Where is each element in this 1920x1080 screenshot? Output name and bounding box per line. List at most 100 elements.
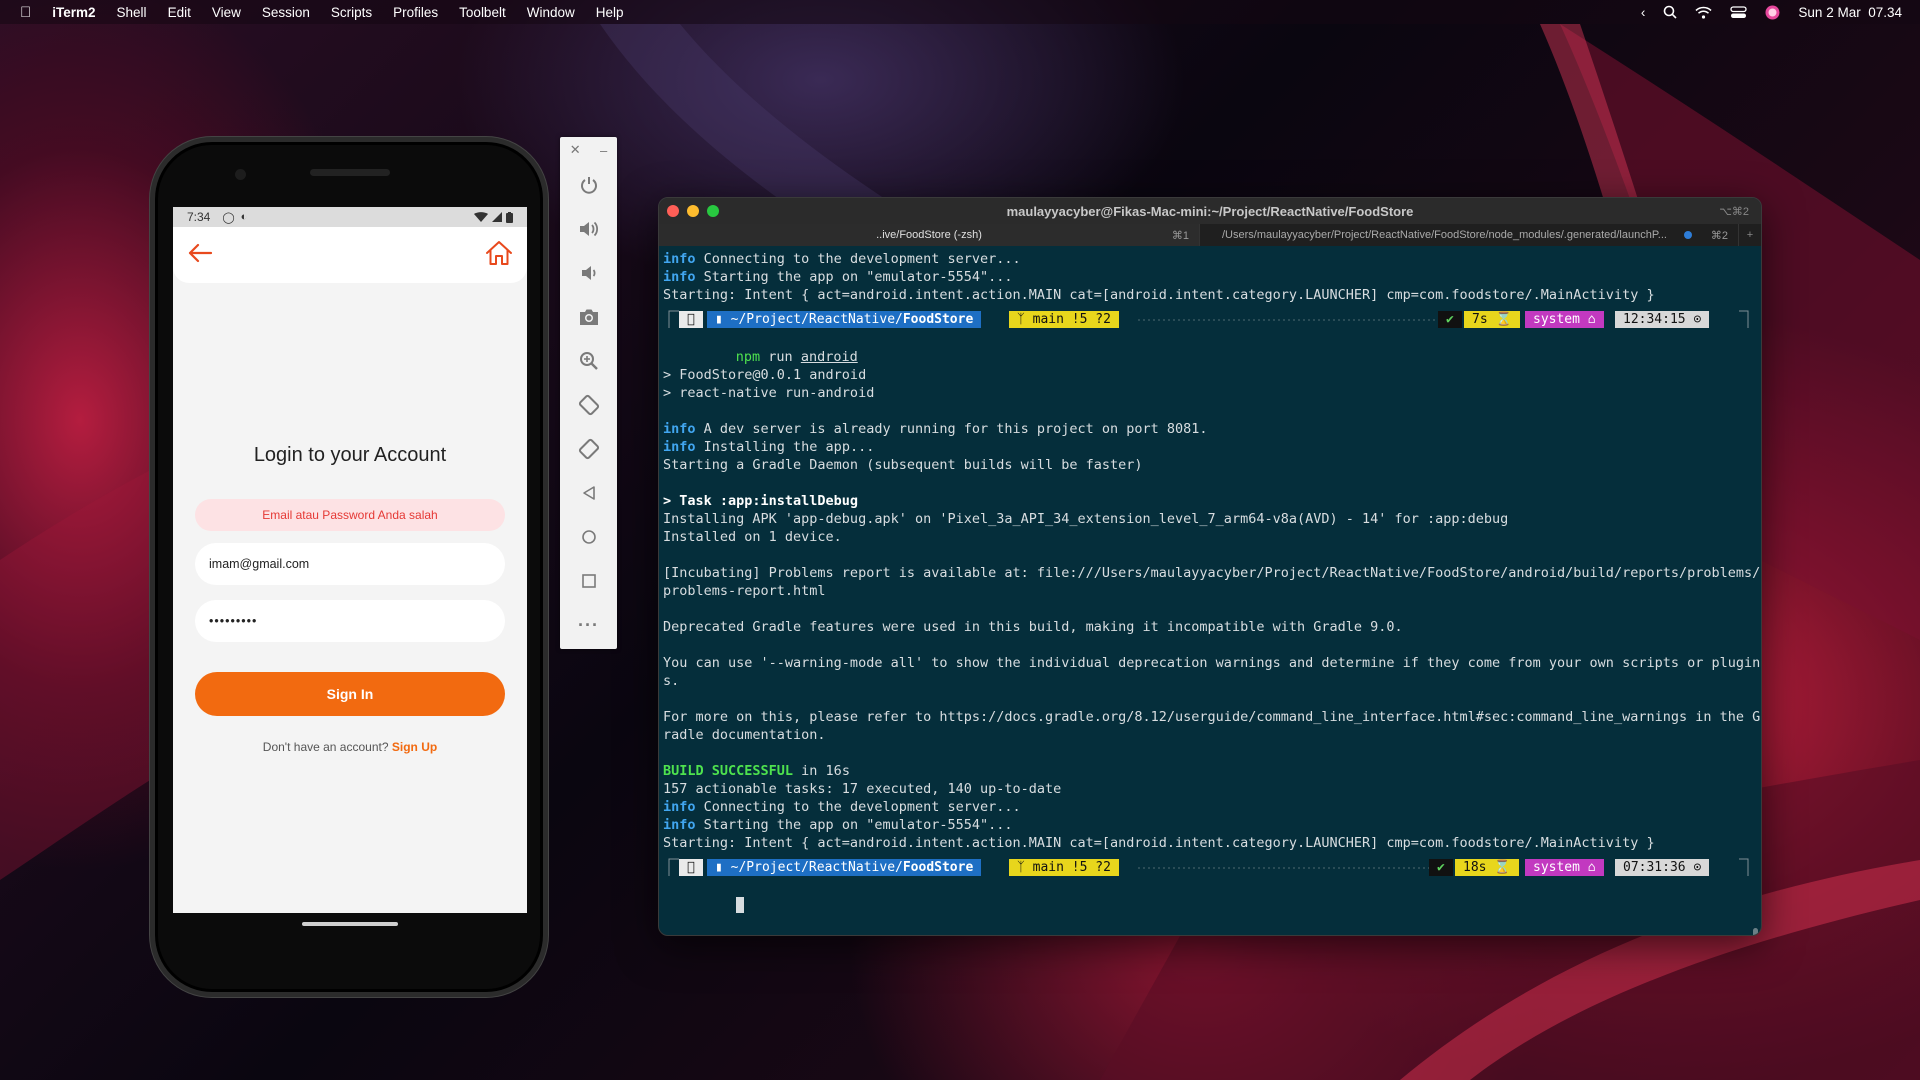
back-icon[interactable] xyxy=(560,471,617,515)
menu-shell[interactable]: Shell xyxy=(117,5,147,20)
info-tag: info xyxy=(663,439,696,455)
duration-segment: 18s ⌛ xyxy=(1455,859,1519,876)
menu-edit[interactable]: Edit xyxy=(168,5,191,20)
tab-label: ..ive/FoodStore (-zsh) xyxy=(876,229,982,241)
android-status-bar: 7:34 ◯ ◐ xyxy=(173,207,527,227)
menu-toolbelt[interactable]: Toolbelt xyxy=(459,5,506,20)
tab-zsh[interactable]: ..ive/FoodStore (-zsh) ⌘1 xyxy=(659,224,1200,246)
prompt-path: ~/Project/ReactNative/ xyxy=(722,859,903,875)
exit-status-segment: ✔ xyxy=(1438,311,1462,328)
terminal-scrollbar[interactable] xyxy=(1752,250,1758,935)
menu-help[interactable]: Help xyxy=(596,5,624,20)
apple-segment-icon:  xyxy=(679,859,703,876)
terminal-titlebar[interactable]: maulayyacyber@Fikas-Mac-mini:~/Project/R… xyxy=(659,198,1761,224)
tab-shortcut: ⌘1 xyxy=(1171,229,1189,242)
minimize-icon[interactable]: – xyxy=(600,143,607,158)
time-segment: 07:31:36 ⊙ xyxy=(1615,859,1710,876)
terminal-line: > FoodStore@0.0.1 android xyxy=(663,366,1747,384)
login-title: Login to your Account xyxy=(253,444,447,466)
terminal-tab-bar: ..ive/FoodStore (-zsh) ⌘1 /Users/maulayy… xyxy=(659,224,1761,246)
menu-scripts[interactable]: Scripts xyxy=(331,5,372,20)
volume-down-icon[interactable] xyxy=(560,251,617,295)
menu-app-name[interactable]: iTerm2 xyxy=(52,5,95,20)
menu-view[interactable]: View xyxy=(212,5,241,20)
apple-icon[interactable]:  xyxy=(20,4,31,21)
terminal-line: radle documentation. xyxy=(663,726,1747,744)
line-text: You can use '--warning-mode all' to show… xyxy=(663,655,1761,671)
text-cursor xyxy=(735,897,744,913)
env-segment: system ⌂ xyxy=(1525,311,1604,328)
rotate-left-icon[interactable] xyxy=(560,383,617,427)
iterm-window: maulayyacyber@Fikas-Mac-mini:~/Project/R… xyxy=(658,197,1762,936)
front-camera xyxy=(235,169,246,180)
sync-icon: ◐ xyxy=(240,211,248,223)
power-icon[interactable] xyxy=(560,163,617,207)
new-tab-button[interactable]: + xyxy=(1739,224,1761,246)
more-icon[interactable]: ··· xyxy=(560,603,617,647)
terminal-line: > Task :app:installDebug xyxy=(663,492,1747,510)
output-block-1: info Connecting to the development serve… xyxy=(663,250,1747,304)
command-name: npm xyxy=(735,349,761,365)
terminal-line: Installed on 1 device. xyxy=(663,528,1747,546)
minimize-window-button[interactable] xyxy=(687,205,699,217)
menu-window[interactable]: Window xyxy=(527,5,575,20)
terminal-line: For more on this, please refer to https:… xyxy=(663,708,1760,726)
password-input[interactable]: ••••••••• xyxy=(195,600,505,642)
line-text: [Incubating] Problems report is availabl… xyxy=(663,565,1761,581)
home-button-icon[interactable] xyxy=(560,515,617,559)
gesture-nav-pill[interactable] xyxy=(302,922,398,926)
close-window-button[interactable] xyxy=(667,205,679,217)
terminal-line: Deprecated Gradle features were used in … xyxy=(663,618,1747,636)
line-text: problems-report.html xyxy=(663,583,826,599)
build-status: BUILD SUCCESSFUL xyxy=(663,763,794,779)
terminal-line: info Installing the app... xyxy=(663,438,1747,456)
siri-icon[interactable] xyxy=(1765,5,1780,20)
rotate-right-icon[interactable] xyxy=(560,427,617,471)
terminal-output[interactable]: info Connecting to the development serve… xyxy=(663,250,1760,935)
git-status: main !5 ?2 xyxy=(1024,859,1111,875)
chevron-left-icon[interactable]: ‹ xyxy=(1641,5,1646,20)
line-text: > react-native run-android xyxy=(663,385,875,401)
zoom-icon[interactable] xyxy=(560,339,617,383)
prompt-line-1:  ▮ ~/Project/ReactNative/FoodStore ᛉ ma… xyxy=(663,308,1749,330)
terminal-line: info Starting the app on "emulator-5554"… xyxy=(663,816,1747,834)
camera-icon[interactable] xyxy=(560,295,617,339)
prompt-dir: FoodStore xyxy=(902,311,974,327)
line-text: For more on this, please refer to https:… xyxy=(663,709,1761,725)
search-icon[interactable] xyxy=(1663,5,1677,19)
email-input[interactable]: imam@gmail.com xyxy=(195,543,505,585)
close-icon[interactable]: ✕ xyxy=(570,142,581,158)
overview-icon[interactable] xyxy=(560,559,617,603)
clock-datetime[interactable]: Sun 2 Mar 07.34 xyxy=(1798,5,1902,20)
cell-signal-icon xyxy=(492,212,502,222)
wifi-icon[interactable] xyxy=(1695,6,1712,19)
tab-launch-packager[interactable]: /Users/maulayyacyber/Project/ReactNative… xyxy=(1200,224,1739,246)
terminal-line: BUILD SUCCESSFUL in 16s xyxy=(663,762,1747,780)
control-center-icon[interactable] xyxy=(1730,5,1748,19)
apple-segment-icon:  xyxy=(679,311,703,328)
battery-icon xyxy=(506,211,513,223)
menubar:  iTerm2 Shell Edit View Session Scripts… xyxy=(0,0,1920,24)
zoom-window-button[interactable] xyxy=(707,205,719,217)
menu-profiles[interactable]: Profiles xyxy=(393,5,438,20)
info-tag: info xyxy=(663,421,696,437)
scrollbar-thumb[interactable] xyxy=(1753,928,1758,935)
home-icon[interactable] xyxy=(485,240,513,271)
exit-status-segment: ✔ xyxy=(1429,859,1453,876)
line-text: Installed on 1 device. xyxy=(663,529,842,545)
line-text: Connecting to the development server... xyxy=(695,251,1021,267)
back-arrow-icon[interactable] xyxy=(187,243,213,268)
line-text: 157 actionable tasks: 17 executed, 140 u… xyxy=(663,781,1062,797)
menu-session[interactable]: Session xyxy=(262,5,310,20)
sign-up-link[interactable]: Sign Up xyxy=(392,740,437,754)
command-target: android xyxy=(800,349,858,365)
volume-up-icon[interactable] xyxy=(560,207,617,251)
time-segment: 12:34:15 ⊙ xyxy=(1615,311,1710,328)
folder-icon: ▮ xyxy=(715,311,723,327)
window-controls xyxy=(667,205,727,217)
sign-in-button[interactable]: Sign In xyxy=(195,672,505,716)
line-text: s. xyxy=(663,673,680,689)
